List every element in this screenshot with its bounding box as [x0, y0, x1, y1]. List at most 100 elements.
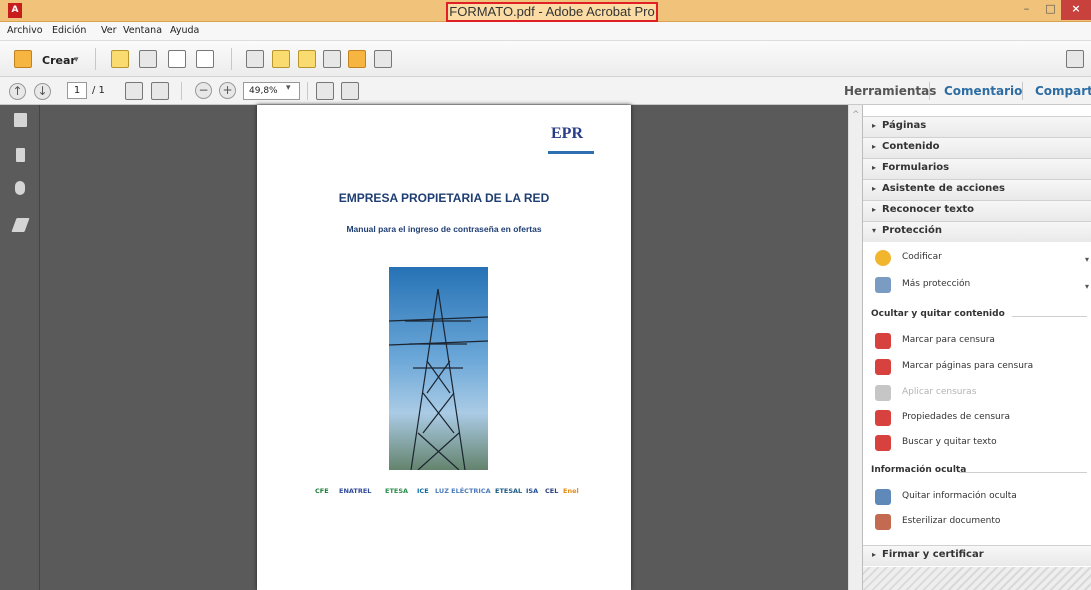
- previous-page-icon[interactable]: ↑: [9, 83, 26, 100]
- sponsor-logo: CFE: [315, 487, 329, 495]
- page-number-input[interactable]: 1: [67, 82, 87, 99]
- menu-edicion[interactable]: Edición: [52, 25, 86, 36]
- create-dropdown-icon[interactable]: ▾: [74, 55, 79, 65]
- collapsed-triangle-icon: ▸: [872, 205, 877, 214]
- document-canvas[interactable]: EPR EMPRESA PROPIETARIA DE LA RED Manual…: [40, 105, 848, 590]
- empty-sidebar-area: [863, 567, 1091, 590]
- section-ocultar-quitar: Ocultar y quitar contenido: [871, 309, 1005, 319]
- menu-archivo[interactable]: Archivo: [7, 25, 43, 36]
- print-icon[interactable]: [168, 50, 186, 68]
- create-button[interactable]: Crear: [42, 54, 76, 67]
- redact-icon: [875, 333, 891, 349]
- nav-divider: [307, 82, 308, 100]
- panel-firmar-certificar[interactable]: ▸ Firmar y certificar: [863, 545, 1091, 566]
- expand-icon[interactable]: [1066, 50, 1084, 68]
- sponsor-logo: CEL: [545, 487, 559, 495]
- logo-underline: [548, 151, 594, 154]
- next-page-icon[interactable]: ↓: [34, 83, 51, 100]
- full-screen-icon[interactable]: [341, 82, 359, 100]
- highlight-icon[interactable]: [298, 50, 316, 68]
- chevron-down-icon[interactable]: ▾: [1085, 255, 1089, 264]
- tab-divider: [1022, 82, 1023, 100]
- select-pointer-icon[interactable]: [125, 82, 143, 100]
- hand-tool-icon[interactable]: [151, 82, 169, 100]
- panel-reconocer-texto[interactable]: ▸ Reconocer texto: [863, 200, 1091, 221]
- sponsor-logo: Enel: [563, 487, 579, 495]
- sponsor-logo: ENATREL: [339, 487, 372, 495]
- item-label: Marcar para censura: [902, 335, 995, 345]
- logo-text: EPR: [551, 125, 583, 142]
- collapsed-triangle-icon: ▸: [872, 121, 877, 130]
- section-divider: [1012, 316, 1087, 317]
- apply-redactions-icon: [875, 385, 891, 401]
- fit-page-icon[interactable]: [316, 82, 334, 100]
- vertical-scrollbar[interactable]: ^: [848, 105, 862, 590]
- panel-contenido[interactable]: ▸ Contenido: [863, 137, 1091, 158]
- item-label: Buscar y quitar texto: [902, 437, 997, 447]
- item-label: Codificar: [902, 252, 942, 262]
- sponsor-logos: CFE ENATREL ETESA ICE LUZ ELÉCTRICA ETES…: [305, 487, 591, 505]
- panel-asistente-acciones[interactable]: ▸ Asistente de acciones: [863, 179, 1091, 200]
- panel-label: Páginas: [882, 120, 927, 131]
- chevron-down-icon[interactable]: ▾: [1085, 282, 1089, 291]
- email-icon[interactable]: [196, 50, 214, 68]
- zoom-dropdown-icon[interactable]: ▾: [286, 83, 291, 93]
- item-label: Quitar información oculta: [902, 491, 1017, 501]
- panel-label: Contenido: [882, 141, 940, 152]
- panel-label: Formularios: [882, 162, 950, 173]
- signatures-icon[interactable]: [11, 218, 30, 232]
- tab-comentario[interactable]: Comentario: [944, 77, 1022, 105]
- navigation-bar: ↑ ↓ 1 / 1 − + 49,8% ▾ Herramientas Comen…: [0, 77, 1091, 105]
- minimize-button[interactable]: –: [1013, 0, 1040, 20]
- search-remove-icon: [875, 435, 891, 451]
- settings-gear-icon[interactable]: [246, 50, 264, 68]
- section-divider: [959, 472, 1087, 473]
- scroll-up-icon[interactable]: ^: [852, 110, 860, 120]
- panel-label: Firmar y certificar: [882, 549, 984, 560]
- sanitize-icon: [875, 514, 891, 530]
- tab-divider: [929, 82, 930, 100]
- export-document-icon[interactable]: [348, 50, 366, 68]
- collapsed-triangle-icon: ▸: [872, 550, 877, 559]
- document-title: EMPRESA PROPIETARIA DE LA RED: [338, 191, 550, 205]
- create-icon[interactable]: [14, 50, 32, 68]
- document-check-icon[interactable]: [374, 50, 392, 68]
- menu-ver[interactable]: Ver: [101, 25, 117, 36]
- zoom-out-icon[interactable]: −: [195, 82, 212, 99]
- expanded-triangle-icon: ▾: [872, 226, 877, 235]
- item-label: Marcar páginas para censura: [902, 361, 1034, 371]
- toolbar: Crear ▾: [0, 41, 1091, 77]
- tools-sidebar: ▸ Páginas ▸ Contenido ▸ Formularios ▸ Asiste…: [862, 105, 1091, 590]
- item-label: Propiedades de censura: [902, 412, 1010, 422]
- panel-proteccion[interactable]: ▾ Protección: [863, 221, 1091, 242]
- menu-ayuda[interactable]: Ayuda: [170, 25, 199, 36]
- zoom-input[interactable]: 49,8%: [243, 82, 300, 100]
- tab-herramientas[interactable]: Herramientas: [844, 77, 936, 105]
- panel-label: Asistente de acciones: [882, 183, 1005, 194]
- zoom-in-icon[interactable]: +: [219, 82, 236, 99]
- maximize-button[interactable]: □: [1040, 0, 1061, 20]
- tab-compartir[interactable]: Compartir: [1035, 77, 1091, 105]
- pages-panel-icon[interactable]: [14, 113, 27, 127]
- tool-tabs: Herramientas Comentario Compartir: [832, 77, 1091, 105]
- close-button[interactable]: ×: [1061, 0, 1091, 20]
- panel-label: Protección: [882, 225, 942, 236]
- collapsed-triangle-icon: ▸: [872, 163, 877, 172]
- collapsed-triangle-icon: ▸: [872, 142, 877, 151]
- attachments-icon[interactable]: [15, 181, 25, 195]
- panel-formularios[interactable]: ▸ Formularios: [863, 158, 1091, 179]
- item-label: Más protección: [902, 279, 971, 289]
- item-label: Aplicar censuras: [902, 387, 977, 397]
- menu-ventana[interactable]: Ventana: [123, 25, 162, 36]
- epr-logo: EPR: [546, 123, 598, 165]
- open-folder-icon[interactable]: [111, 50, 129, 68]
- document-icon[interactable]: [323, 50, 341, 68]
- bookmarks-icon[interactable]: [16, 148, 25, 162]
- save-icon[interactable]: [139, 50, 157, 68]
- panel-paginas[interactable]: ▸ Páginas: [863, 116, 1091, 137]
- sponsor-logo: LUZ ELÉCTRICA: [435, 487, 491, 495]
- title-bar: A FORMATO.pdf - Adobe Acrobat Pro – □ ×: [0, 0, 1091, 22]
- comment-bubble-icon[interactable]: [272, 50, 290, 68]
- sponsor-logo: ISA: [526, 487, 539, 495]
- acrobat-app-icon[interactable]: A: [8, 3, 22, 18]
